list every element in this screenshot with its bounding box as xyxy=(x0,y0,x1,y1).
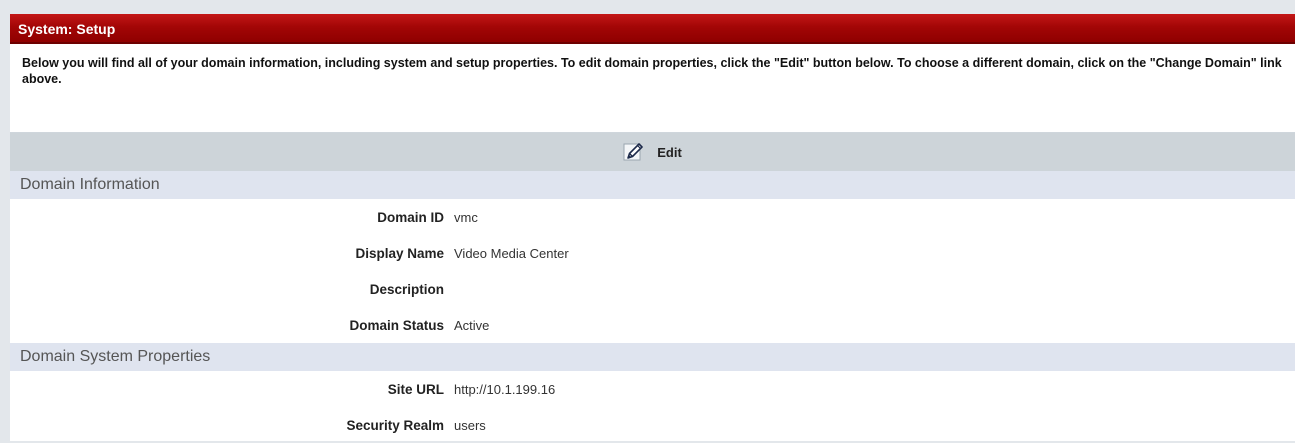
domain-system-properties-heading: Domain System Properties xyxy=(10,343,1295,371)
edit-label: Edit xyxy=(657,144,682,160)
edit-button[interactable]: Edit xyxy=(623,141,682,163)
domain-id-label: Domain ID xyxy=(377,209,444,225)
display-name-label: Display Name xyxy=(355,245,444,261)
site-url-label: Site URL xyxy=(387,381,444,397)
domain-status-label: Domain Status xyxy=(349,317,444,333)
domain-id-value: vmc xyxy=(454,209,478,225)
domain-status-row: Domain Status Active xyxy=(10,307,1295,343)
security-realm-value: users xyxy=(454,417,486,433)
pencil-icon xyxy=(623,143,644,161)
site-url-row: Site URL http://10.1.199.16 xyxy=(10,371,1295,407)
domain-information-heading: Domain Information xyxy=(10,171,1295,199)
domain-status-value: Active xyxy=(454,317,490,333)
security-realm-row: Security Realm users xyxy=(10,407,1295,443)
panel-title: System: Setup xyxy=(10,14,1295,44)
description-row: Description xyxy=(10,271,1295,307)
toolbar: Edit xyxy=(10,133,1295,171)
domain-id-row: Domain ID vmc xyxy=(10,199,1295,235)
setup-panel: System: Setup Below you will find all of… xyxy=(10,14,1295,441)
intro-text: Below you will find all of your domain i… xyxy=(10,44,1295,133)
site-url-value: http://10.1.199.16 xyxy=(454,381,556,397)
display-name-row: Display Name Video Media Center xyxy=(10,235,1295,271)
security-realm-label: Security Realm xyxy=(346,417,444,433)
description-label: Description xyxy=(369,281,444,297)
display-name-value: Video Media Center xyxy=(454,245,569,261)
